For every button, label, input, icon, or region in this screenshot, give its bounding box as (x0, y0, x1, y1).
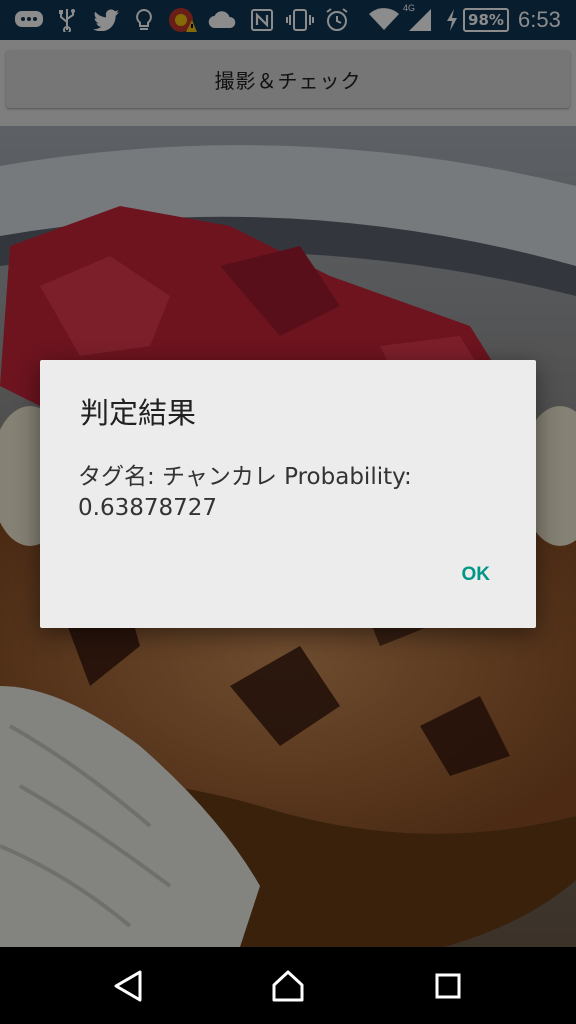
dialog-title: 判定結果 (80, 396, 197, 430)
recents-icon (435, 973, 461, 998)
home-button[interactable] (248, 947, 328, 1024)
back-button[interactable] (88, 947, 168, 1024)
navigation-bar (0, 947, 576, 1024)
back-icon (114, 970, 142, 1001)
recents-button[interactable] (408, 947, 488, 1024)
home-icon (272, 970, 304, 1001)
result-dialog: 判定結果 タグ名: チャンカレ Probability: 0.63878727 … (40, 360, 536, 628)
ok-button[interactable]: OK (456, 560, 497, 590)
dialog-message: タグ名: チャンカレ Probability: 0.63878727 (78, 464, 412, 521)
